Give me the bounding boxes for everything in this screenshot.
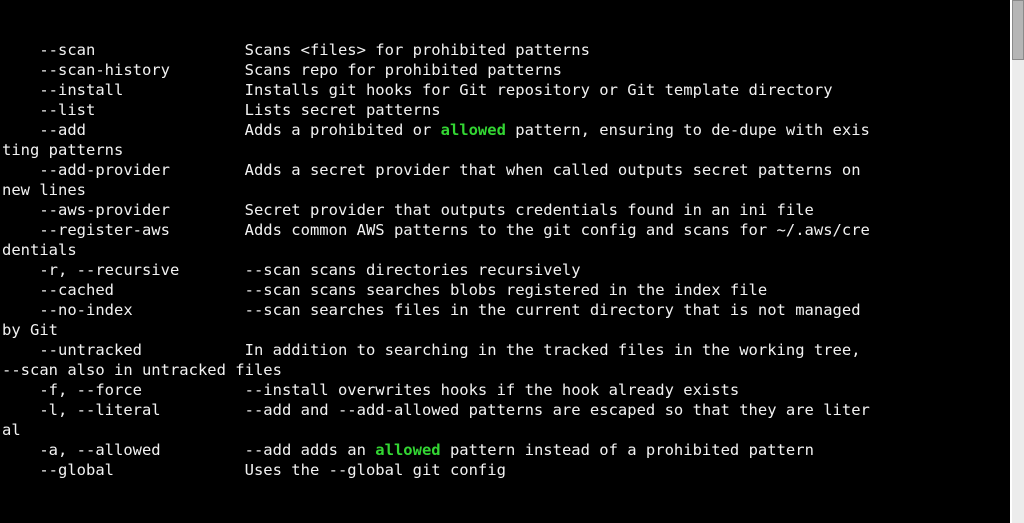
option-flag: --scan xyxy=(2,41,245,59)
option-desc: pattern instead of a prohibited pattern xyxy=(441,441,814,459)
option-desc: --scan scans searches blobs registered i… xyxy=(245,281,768,299)
help-option-wrap: ting patterns xyxy=(2,140,1010,160)
option-flag: --global xyxy=(2,461,245,479)
option-flag: --add-provider xyxy=(2,161,245,179)
option-flag: --aws-provider xyxy=(2,201,245,219)
help-option-row: --list Lists secret patterns xyxy=(2,100,1010,120)
help-option-row: --no-index --scan searches files in the … xyxy=(2,300,1010,320)
help-option-row: --register-aws Adds common AWS patterns … xyxy=(2,220,1010,240)
help-option-row: --global Uses the --global git config xyxy=(2,460,1010,480)
option-desc: --scan searches files in the current dir… xyxy=(245,301,870,319)
option-desc: --install overwrites hooks if the hook a… xyxy=(245,381,740,399)
blank-line xyxy=(2,480,1010,500)
help-option-wrap: dentials xyxy=(2,240,1010,260)
option-desc: Installs git hooks for Git repository or… xyxy=(245,81,833,99)
option-flag: --list xyxy=(2,101,245,119)
option-flag: --scan-history xyxy=(2,61,245,79)
option-desc: Secret provider that outputs credentials… xyxy=(245,201,814,219)
option-flag: --untracked xyxy=(2,341,245,359)
terminal-window[interactable]: --scan Scans <files> for prohibited patt… xyxy=(0,0,1010,523)
option-flag: --add xyxy=(2,121,245,139)
option-desc: In addition to searching in the tracked … xyxy=(245,341,870,359)
allowed-keyword: allowed xyxy=(441,121,506,139)
help-option-wrap: new lines xyxy=(2,180,1010,200)
option-desc: Uses the --global git config xyxy=(245,461,506,479)
option-flag: --no-index xyxy=(2,301,245,319)
help-option-wrap: --scan also in untracked files xyxy=(2,360,1010,380)
help-option-row: --untracked In addition to searching in … xyxy=(2,340,1010,360)
option-desc: --scan scans directories recursively xyxy=(245,261,581,279)
help-option-row: -f, --force --install overwrites hooks i… xyxy=(2,380,1010,400)
help-option-row: -l, --literal --add and --add-allowed pa… xyxy=(2,400,1010,420)
option-desc: --add and --add-allowed patterns are esc… xyxy=(245,401,870,419)
option-desc: Adds a prohibited or xyxy=(245,121,441,139)
option-desc: --add adds an xyxy=(245,441,376,459)
help-option-row: --install Installs git hooks for Git rep… xyxy=(2,80,1010,100)
option-flag: -a, --allowed xyxy=(2,441,245,459)
option-flag: -r, --recursive xyxy=(2,261,245,279)
option-desc: Adds common AWS patterns to the git conf… xyxy=(245,221,870,239)
terminal-output: --scan Scans <files> for prohibited patt… xyxy=(2,40,1010,500)
option-flag: -f, --force xyxy=(2,381,245,399)
help-option-row: -a, --allowed --add adds an allowed patt… xyxy=(2,440,1010,460)
help-option-row: --add-provider Adds a secret provider th… xyxy=(2,160,1010,180)
scrollbar-thumb[interactable] xyxy=(1012,0,1024,60)
help-option-wrap: by Git xyxy=(2,320,1010,340)
allowed-keyword: allowed xyxy=(375,441,440,459)
option-flag: --install xyxy=(2,81,245,99)
option-flag: -l, --literal xyxy=(2,401,245,419)
scrollbar-track[interactable] xyxy=(1012,0,1024,523)
help-option-row: --cached --scan scans searches blobs reg… xyxy=(2,280,1010,300)
option-desc: Lists secret patterns xyxy=(245,101,441,119)
help-option-wrap: al xyxy=(2,420,1010,440)
help-option-row: -r, --recursive --scan scans directories… xyxy=(2,260,1010,280)
help-option-row: --scan-history Scans repo for prohibited… xyxy=(2,60,1010,80)
help-option-row: --scan Scans <files> for prohibited patt… xyxy=(2,40,1010,60)
option-desc: Scans <files> for prohibited patterns xyxy=(245,41,590,59)
option-flag: --cached xyxy=(2,281,245,299)
option-desc: pattern, ensuring to de-dupe with exis xyxy=(506,121,870,139)
help-option-row: --add Adds a prohibited or allowed patte… xyxy=(2,120,1010,140)
option-desc: Adds a secret provider that when called … xyxy=(245,161,870,179)
option-flag: --register-aws xyxy=(2,221,245,239)
help-option-row: --aws-provider Secret provider that outp… xyxy=(2,200,1010,220)
option-desc: Scans repo for prohibited patterns xyxy=(245,61,562,79)
